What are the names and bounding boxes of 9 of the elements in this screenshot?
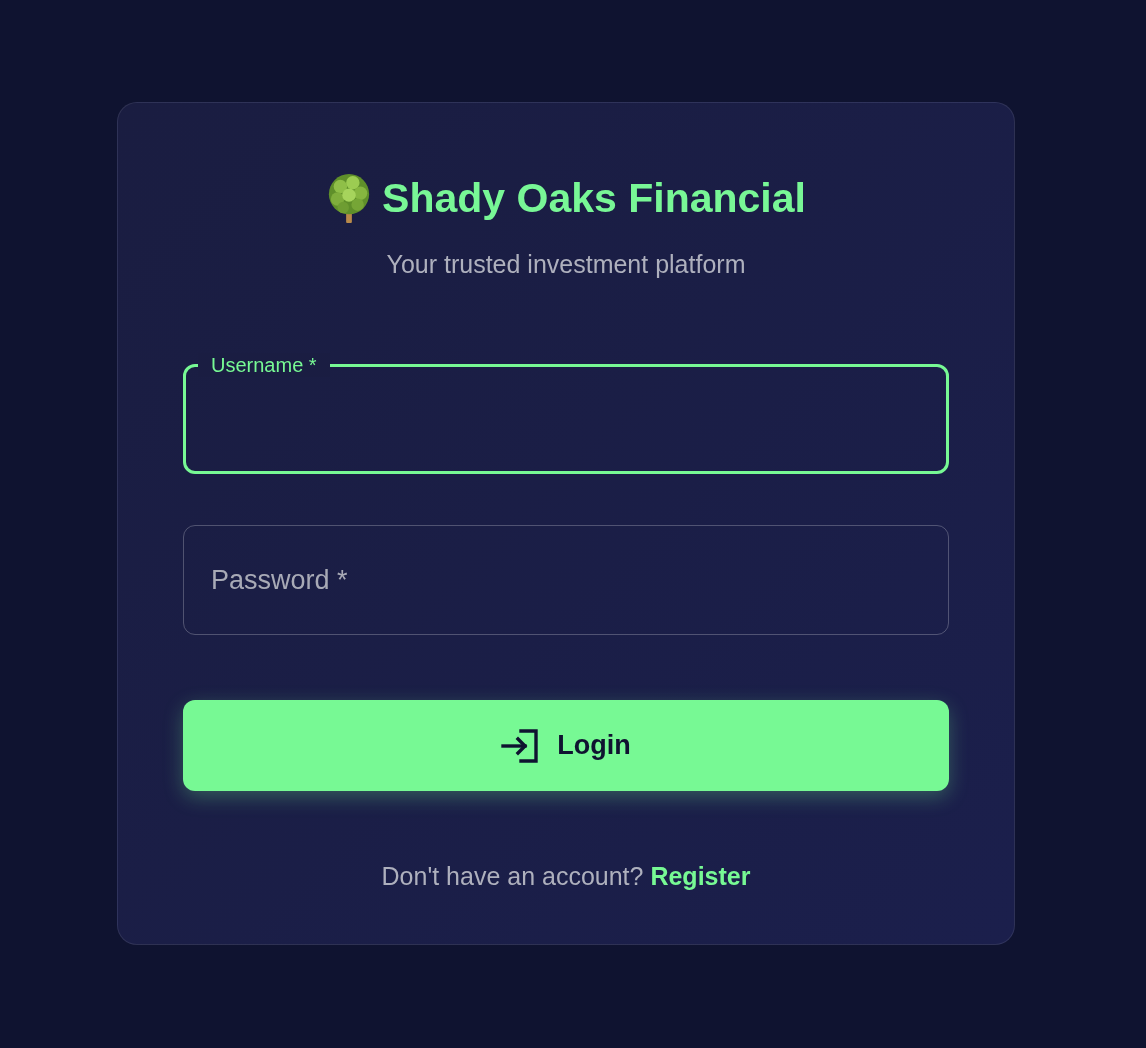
login-icon <box>501 728 540 763</box>
login-button[interactable]: Login <box>183 700 949 791</box>
field-label: Password * <box>211 564 348 596</box>
register-link[interactable]: Register <box>650 862 751 890</box>
app-title: Shady Oaks Financial <box>382 174 806 223</box>
tagline: Your trusted investment platform <box>385 249 747 280</box>
input-field[interactable]: Username * <box>183 353 949 474</box>
register-prompt: Don't have an account? Register <box>380 861 752 892</box>
input-field[interactable]: Password * <box>183 514 949 635</box>
